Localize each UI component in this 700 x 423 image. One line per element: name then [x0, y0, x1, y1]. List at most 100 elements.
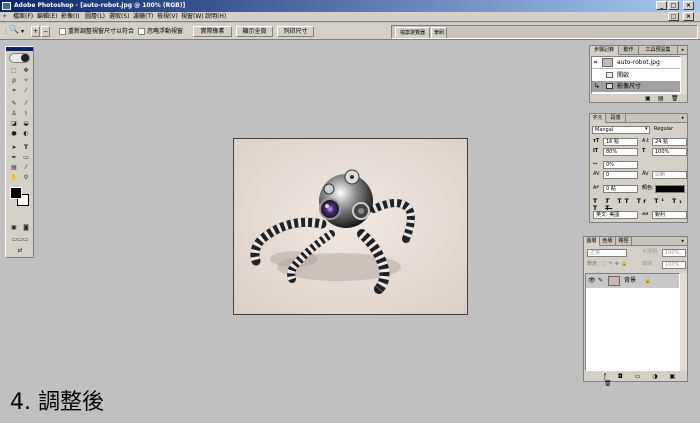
history-step[interactable]: 開啟	[592, 70, 680, 81]
vertical-scale-field[interactable]: 80%	[603, 148, 638, 156]
font-size-field[interactable]: 16 點	[603, 138, 638, 146]
font-style-select[interactable]: Regular	[652, 126, 687, 134]
opacity-field[interactable]: 100%	[662, 249, 686, 257]
panel-menu-icon[interactable]: ▸	[678, 46, 688, 55]
zoom-tool-icon[interactable]: 🔍	[9, 25, 19, 34]
layer-style-icon[interactable]: ƒ	[604, 373, 611, 380]
panel-menu-icon[interactable]: ▸	[678, 237, 688, 246]
new-layer-icon[interactable]: ▣	[669, 373, 680, 380]
all-caps-button[interactable]: TT	[617, 198, 631, 205]
zoom-in-button[interactable]: +	[31, 26, 40, 37]
menu-window[interactable]: 視窗(W)	[181, 13, 204, 21]
tracking-field[interactable]: 0%	[603, 161, 638, 169]
crop-tool-icon[interactable]: ⌗	[9, 86, 19, 95]
notes-tool-icon[interactable]: ▤	[9, 163, 19, 172]
brush-tool-icon[interactable]: ⁄	[21, 99, 31, 108]
history-snapshot-row[interactable]: ⌗ auto-robot.jpg	[592, 57, 680, 69]
kerning-auto-field[interactable]: 公制	[652, 171, 687, 179]
history-scrollbar[interactable]	[681, 56, 687, 94]
zoom-tool-icon[interactable]: ⚲	[21, 173, 31, 182]
blur-tool-icon[interactable]: ●	[9, 129, 19, 138]
history-brush-tool-icon[interactable]: ⌇	[21, 109, 31, 118]
fill-field[interactable]: 100%	[662, 261, 686, 269]
text-color-swatch[interactable]	[655, 185, 685, 193]
tab-history[interactable]: 步驟記錄	[590, 46, 619, 55]
rectangle-tool-icon[interactable]: ▭	[21, 153, 31, 162]
leading-field[interactable]: 24 點	[652, 138, 687, 146]
pen-tool-icon[interactable]: ✒	[9, 153, 19, 162]
zoom-out-button[interactable]: −	[41, 26, 50, 37]
slice-tool-icon[interactable]: ⁄	[21, 86, 31, 95]
menu-help[interactable]: 說明(H)	[205, 13, 226, 21]
menu-edit[interactable]: 編輯(E)	[37, 13, 57, 21]
quick-mask-mode-icon[interactable]: ◙	[21, 223, 31, 232]
font-family-select[interactable]: Mangal	[592, 126, 650, 134]
document-canvas[interactable]	[233, 138, 468, 315]
ignore-palettes-checkbox[interactable]	[138, 28, 145, 35]
doc-restore-button[interactable]: □	[668, 12, 679, 21]
clone-stamp-tool-icon[interactable]: ♙	[9, 109, 19, 118]
healing-brush-tool-icon[interactable]: ✎	[9, 99, 19, 108]
tab-tool-presets[interactable]: 工具預設集	[639, 46, 678, 55]
document-icon[interactable]: ✦	[2, 13, 7, 21]
minimize-button[interactable]: _	[656, 1, 667, 10]
faux-italic-button[interactable]: T	[605, 198, 612, 205]
lasso-tool-icon[interactable]: ρ	[9, 76, 19, 85]
baseline-shift-field[interactable]: 0 點	[603, 185, 638, 193]
layer-row[interactable]: 👁 ✎ 背景 🔒	[586, 274, 679, 288]
small-caps-button[interactable]: Tr	[637, 198, 649, 205]
tab-character[interactable]: 字元	[590, 114, 606, 123]
layers-scrollbar[interactable]	[680, 273, 687, 371]
resize-windows-checkbox[interactable]	[59, 28, 66, 35]
chevron-down-icon[interactable]: ▾	[645, 126, 648, 133]
menu-filter[interactable]: 濾鏡(T)	[133, 13, 153, 21]
eyedropper-tool-icon[interactable]: ⁄	[21, 163, 31, 172]
print-size-button[interactable]: 列印尺寸	[277, 26, 314, 37]
delete-layer-icon[interactable]: 🗑	[604, 380, 617, 387]
tab-paths[interactable]: 路徑	[616, 237, 632, 246]
magic-wand-tool-icon[interactable]: ✧	[21, 76, 31, 85]
tab-actions[interactable]: 動作	[619, 46, 639, 55]
horizontal-scale-field[interactable]: 100%	[652, 148, 687, 156]
menu-image[interactable]: 影像(I)	[61, 13, 79, 21]
maximize-button[interactable]: □	[668, 1, 679, 10]
layer-mask-icon[interactable]: ◘	[618, 373, 628, 380]
brush-icon[interactable]: ✎	[598, 277, 603, 284]
doc-close-button[interactable]: ×	[683, 12, 694, 21]
eye-icon[interactable]: 👁	[588, 277, 596, 284]
marquee-tool-icon[interactable]: ⬚	[9, 66, 19, 75]
file-browser-tab[interactable]: 檔案瀏覽器	[395, 27, 430, 38]
photoshop-app-icon[interactable]	[2, 2, 11, 10]
brush-source-icon[interactable]: ⌗	[594, 59, 597, 67]
adjustment-layer-icon[interactable]: ◑	[652, 373, 662, 380]
menu-layer[interactable]: 圖層(L)	[85, 13, 105, 21]
paint-bucket-tool-icon[interactable]: ◒	[21, 119, 31, 128]
tab-layers[interactable]: 圖層	[584, 237, 600, 246]
type-tool-icon[interactable]: T	[21, 143, 31, 152]
close-button[interactable]: ×	[683, 1, 694, 10]
blend-mode-select[interactable]: 正常	[587, 249, 627, 257]
new-document-icon[interactable]: ▣	[645, 95, 651, 102]
language-select[interactable]: 英文: 美國	[593, 211, 638, 219]
new-snapshot-icon[interactable]: ▤	[658, 95, 664, 102]
menu-select[interactable]: 選取(S)	[109, 13, 130, 21]
hand-tool-icon[interactable]: ✋	[9, 173, 19, 182]
path-selection-tool-icon[interactable]: ➤	[9, 143, 19, 152]
brushes-tab[interactable]: 筆刷	[431, 27, 447, 38]
new-set-icon[interactable]: ▭	[635, 373, 646, 380]
delete-state-icon[interactable]: 🗑	[671, 95, 679, 102]
lock-icons[interactable]: ▢✎✥🔒	[602, 261, 629, 268]
actual-pixels-button[interactable]: 實際像素	[193, 26, 232, 37]
menu-file[interactable]: 檔案(F)	[13, 13, 33, 21]
foreground-color-swatch[interactable]	[10, 187, 22, 199]
fit-on-screen-button[interactable]: 顯示全頁	[236, 26, 273, 37]
standard-mode-icon[interactable]: ▣	[9, 223, 19, 232]
kerning-field[interactable]: 0	[603, 171, 638, 179]
panel-menu-icon[interactable]: ▸	[678, 114, 688, 123]
move-tool-icon[interactable]: ✥	[21, 66, 31, 75]
eraser-tool-icon[interactable]: ◪	[9, 119, 19, 128]
adobe-online-icon[interactable]	[9, 53, 30, 63]
dodge-tool-icon[interactable]: ◐	[21, 129, 31, 138]
subscript-button[interactable]: T₁	[672, 198, 685, 205]
antialias-select[interactable]: 銳利	[652, 211, 687, 219]
